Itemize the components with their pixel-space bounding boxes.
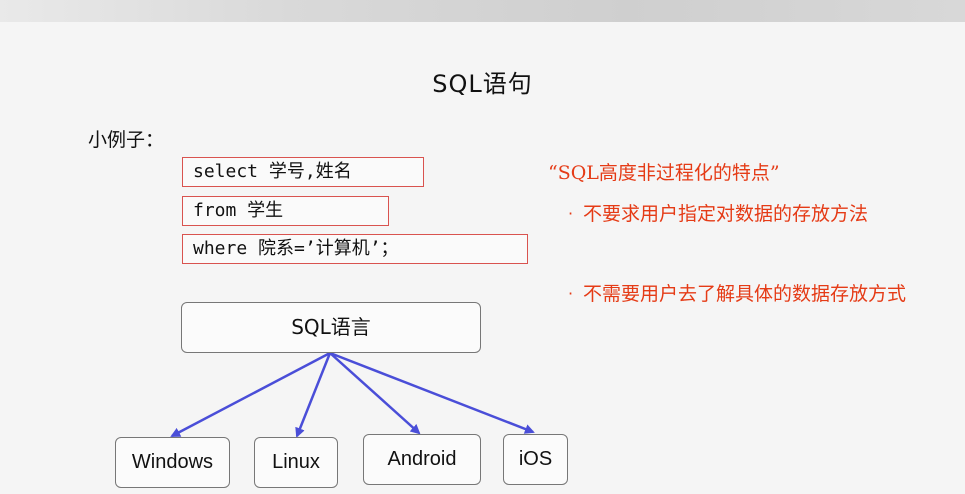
arrow-to-windows	[170, 351, 331, 438]
os-node-windows: Windows	[115, 437, 230, 488]
sql-language-node: SQL语言	[181, 302, 481, 353]
arrow-to-ios	[329, 351, 535, 434]
diagram-arrows	[170, 351, 535, 438]
os-node-linux: Linux	[254, 437, 338, 488]
os-node-android: Android	[363, 434, 481, 485]
os-node-ios: iOS	[503, 434, 568, 485]
arrow-to-linux	[295, 352, 332, 438]
arrow-to-android	[329, 352, 421, 435]
